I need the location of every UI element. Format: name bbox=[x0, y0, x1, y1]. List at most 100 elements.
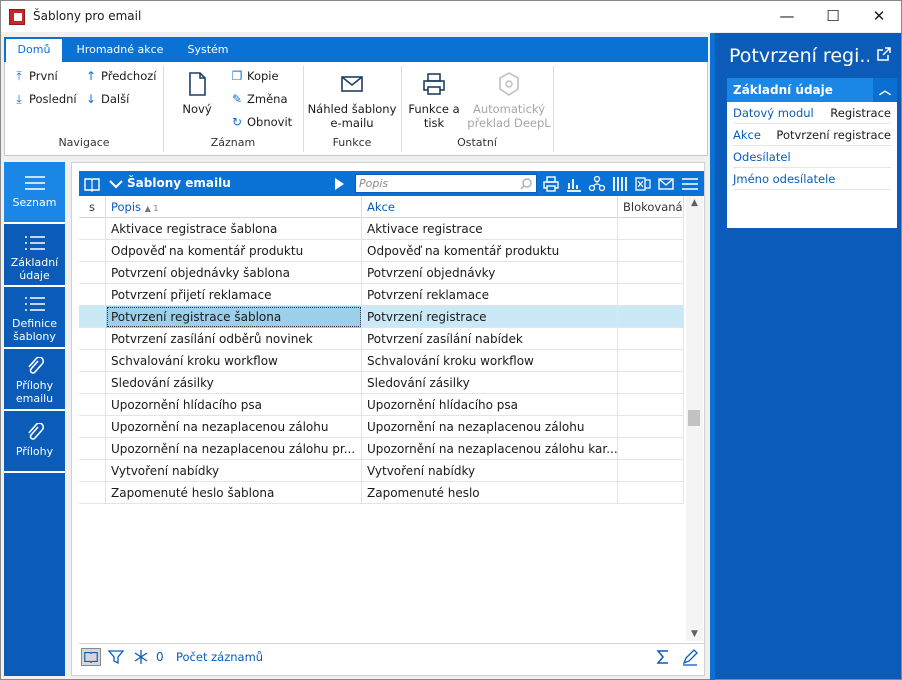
nav-item-zakladni-udaje[interactable]: Základní údaje bbox=[4, 224, 65, 287]
table-row[interactable]: Upozornění na nezaplacenou zálohu Upozorn… bbox=[79, 416, 684, 438]
minimize-button[interactable]: — bbox=[764, 1, 810, 31]
tab-hromadne-akce[interactable]: Hromadné akce bbox=[70, 37, 170, 62]
column-header-s[interactable]: s bbox=[79, 196, 106, 218]
tree-icon[interactable] bbox=[588, 175, 606, 193]
cell-blokovana[interactable] bbox=[618, 372, 684, 394]
cell-akce[interactable]: Schvalování kroku workflow bbox=[362, 350, 618, 372]
print-functions-button[interactable]: Funkce a tisk bbox=[405, 70, 463, 130]
section-header[interactable]: Základní údaje ︿ bbox=[727, 78, 897, 102]
nav-item-prilohy-emailu[interactable]: Přílohy emailu bbox=[4, 349, 65, 411]
field-label[interactable]: Odesílatel bbox=[733, 150, 791, 164]
column-header-popis[interactable]: Popis ▲ 1 bbox=[106, 196, 362, 218]
deepl-translate-button[interactable]: Automatický překlad DeepL bbox=[467, 70, 551, 130]
cell-popis[interactable]: Upozornění hlídacího psa bbox=[106, 394, 362, 416]
nav-item-definice-sablony[interactable]: Definice šablony bbox=[4, 287, 65, 349]
column-header-akce[interactable]: Akce bbox=[362, 196, 618, 218]
filter-icon[interactable] bbox=[107, 648, 125, 666]
cell-blokovana[interactable] bbox=[618, 284, 684, 306]
table-row[interactable]: Odpověď na komentář produktu Odpověď na k… bbox=[79, 240, 684, 262]
table-row[interactable]: Potvrzení zasílání odběrů novinek Potvrze… bbox=[79, 328, 684, 350]
cell-akce[interactable]: Potvrzení reklamace bbox=[362, 284, 618, 306]
cell-akce[interactable]: Zapomenuté heslo bbox=[362, 482, 618, 504]
record-count-button[interactable]: Počet záznamů bbox=[176, 648, 263, 666]
chart-icon[interactable] bbox=[565, 175, 583, 193]
cell-blokovana[interactable] bbox=[618, 328, 684, 350]
sum-icon[interactable] bbox=[655, 648, 671, 666]
table-row[interactable]: Zapomenuté heslo šablona Zapomenuté heslo bbox=[79, 482, 684, 504]
vertical-scrollbar[interactable]: ▲ ▼ bbox=[686, 196, 703, 641]
field-label[interactable]: Akce bbox=[733, 128, 761, 142]
prev-button[interactable]: ↑ Předchozí bbox=[85, 69, 157, 83]
chevron-up-icon[interactable]: ︿ bbox=[873, 78, 897, 102]
hamburger-menu-icon[interactable] bbox=[681, 175, 699, 193]
book-icon[interactable] bbox=[83, 175, 101, 193]
table-row[interactable]: Aktivace registrace šablona Aktivace regi… bbox=[79, 218, 684, 240]
tab-domu[interactable]: Domů bbox=[6, 39, 62, 62]
scroll-up-icon[interactable]: ▲ bbox=[686, 196, 703, 210]
table-row-selected[interactable]: Potvrzení registrace šablona Potvrzení re… bbox=[79, 306, 684, 328]
snowflake-icon[interactable] bbox=[133, 648, 149, 666]
refresh-button[interactable]: ↻ Obnovit bbox=[231, 115, 292, 129]
scroll-down-icon[interactable]: ▼ bbox=[686, 627, 703, 641]
last-button[interactable]: ⤓ Poslední bbox=[13, 92, 76, 106]
cell-akce[interactable]: Vytvoření nabídky bbox=[362, 460, 618, 482]
cell-blokovana[interactable] bbox=[618, 240, 684, 262]
cell-popis[interactable]: Upozornění na nezaplacenou zálohu pr... bbox=[106, 438, 362, 460]
columns-icon[interactable] bbox=[611, 175, 629, 193]
cell-blokovana[interactable] bbox=[618, 394, 684, 416]
cell-blokovana[interactable] bbox=[618, 218, 684, 240]
table-row[interactable]: Vytvoření nabídky Vytvoření nabídky bbox=[79, 460, 684, 482]
excel-export-icon[interactable] bbox=[634, 175, 652, 193]
first-button[interactable]: ⤒ První bbox=[13, 69, 57, 83]
cell-akce[interactable]: Upozornění hlídacího psa bbox=[362, 394, 618, 416]
cell-blokovana[interactable] bbox=[618, 350, 684, 372]
printer-icon[interactable] bbox=[542, 175, 560, 193]
cell-popis[interactable]: Potvrzení přijetí reklamace bbox=[106, 284, 362, 306]
search-icon[interactable] bbox=[519, 177, 533, 191]
table-row[interactable]: Potvrzení objednávky šablona Potvrzení ob… bbox=[79, 262, 684, 284]
edit-icon[interactable] bbox=[681, 648, 699, 666]
cell-blokovana[interactable] bbox=[618, 262, 684, 284]
next-button[interactable]: ↓ Další bbox=[85, 92, 129, 106]
field-label[interactable]: Datový modul bbox=[733, 106, 814, 120]
cell-akce[interactable]: Sledování zásilky bbox=[362, 372, 618, 394]
cell-akce[interactable]: Aktivace registrace bbox=[362, 218, 618, 240]
cell-popis[interactable]: Odpověď na komentář produktu bbox=[106, 240, 362, 262]
cell-popis[interactable]: Schvalování kroku workflow bbox=[106, 350, 362, 372]
copy-button[interactable]: ❐ Kopie bbox=[231, 69, 279, 83]
popout-icon[interactable] bbox=[877, 47, 891, 61]
table-row[interactable]: Sledování zásilky Sledování zásilky bbox=[79, 372, 684, 394]
cell-popis[interactable]: Potvrzení registrace šablona bbox=[106, 306, 362, 328]
table-row[interactable]: Schvalování kroku workflow Schvalování kr… bbox=[79, 350, 684, 372]
cell-akce[interactable]: Odpověď na komentář produktu bbox=[362, 240, 618, 262]
scroll-thumb[interactable] bbox=[688, 410, 700, 426]
play-arrow-icon[interactable] bbox=[331, 175, 349, 193]
cell-popis[interactable]: Zapomenuté heslo šablona bbox=[106, 482, 362, 504]
cell-blokovana[interactable] bbox=[618, 460, 684, 482]
table-row[interactable]: Upozornění hlídacího psa Upozornění hlída… bbox=[79, 394, 684, 416]
cell-akce[interactable]: Potvrzení objednávky bbox=[362, 262, 618, 284]
cell-popis[interactable]: Potvrzení zasílání odběrů novinek bbox=[106, 328, 362, 350]
cell-popis[interactable]: Potvrzení objednávky šablona bbox=[106, 262, 362, 284]
cell-blokovana[interactable] bbox=[618, 482, 684, 504]
cell-blokovana[interactable] bbox=[618, 416, 684, 438]
new-button[interactable]: Nový bbox=[171, 70, 223, 116]
cell-blokovana[interactable] bbox=[618, 438, 684, 460]
close-button[interactable]: ✕ bbox=[856, 1, 902, 31]
nav-item-seznam[interactable]: Seznam bbox=[4, 162, 65, 224]
change-button[interactable]: ✎ Změna bbox=[231, 92, 288, 106]
cell-akce[interactable]: Upozornění na nezaplacenou zálohu kar... bbox=[362, 438, 618, 460]
field-label[interactable]: Jméno odesílatele bbox=[733, 172, 835, 186]
cell-akce[interactable]: Potvrzení zasílání nabídek bbox=[362, 328, 618, 350]
table-row[interactable]: Upozornění na nezaplacenou zálohu pr... U… bbox=[79, 438, 684, 460]
envelope-icon[interactable] bbox=[657, 175, 675, 193]
book-icon[interactable] bbox=[81, 648, 101, 666]
cell-popis[interactable]: Upozornění na nezaplacenou zálohu bbox=[106, 416, 362, 438]
chevron-down-icon[interactable] bbox=[107, 175, 125, 193]
tab-system[interactable]: Systém bbox=[178, 37, 238, 62]
search-input[interactable]: Popis bbox=[355, 174, 537, 193]
column-header-blokovana[interactable]: Blokovaná bbox=[618, 196, 684, 218]
cell-popis[interactable]: Sledování zásilky bbox=[106, 372, 362, 394]
email-preview-button[interactable]: Náhled šablony e-mailu bbox=[307, 70, 397, 130]
cell-popis[interactable]: Aktivace registrace šablona bbox=[106, 218, 362, 240]
